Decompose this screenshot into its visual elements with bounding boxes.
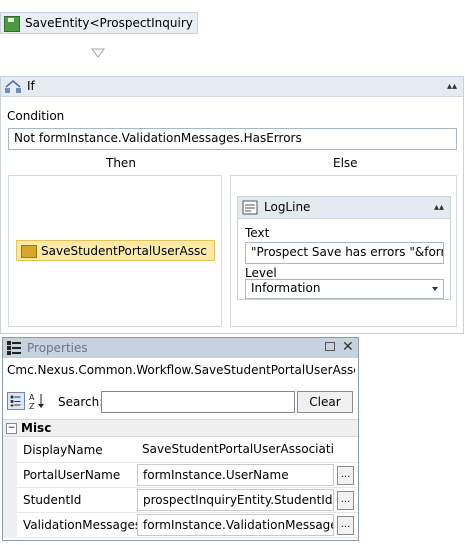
- svg-text:Z: Z: [29, 402, 35, 410]
- logline-icon: [242, 200, 258, 215]
- save-icon: [4, 16, 20, 32]
- property-value[interactable]: formInstance.ValidationMessages: [137, 514, 334, 536]
- logline-title: LogLine: [264, 200, 311, 214]
- then-branch[interactable]: SaveStudentPortalUserAssc: [8, 175, 222, 327]
- level-label: Level: [245, 266, 277, 280]
- property-value[interactable]: SaveStudentPortalUserAssociation: [137, 439, 334, 461]
- property-name: StudentId: [23, 493, 82, 507]
- level-select[interactable]: Information: [245, 279, 444, 299]
- dropdown-arrow-icon: [432, 287, 438, 291]
- property-row-displayname[interactable]: DisplayName SaveStudentPortalUserAssocia…: [3, 438, 358, 463]
- clear-button[interactable]: Clear: [297, 391, 353, 413]
- activity-icon: [21, 245, 37, 258]
- condition-field[interactable]: Not formInstance.ValidationMessages.HasE…: [8, 128, 457, 150]
- save-student-portal-user-activity[interactable]: SaveStudentPortalUserAssc: [16, 240, 215, 261]
- alphabetical-icon[interactable]: A Z: [28, 392, 46, 410]
- ellipsis-button[interactable]: ...: [337, 516, 354, 535]
- collapse-icon[interactable]: ▴▴: [432, 202, 446, 214]
- properties-title: Properties: [27, 341, 88, 355]
- row-gutter: [3, 488, 17, 513]
- then-label: Then: [106, 156, 136, 170]
- text-field[interactable]: "Prospect Save has errors "&formIn: [245, 242, 444, 264]
- property-name: ValidationMessages: [23, 518, 142, 532]
- property-row-validationmessages[interactable]: ValidationMessages formInstance.Validati…: [3, 513, 358, 538]
- logline-activity[interactable]: LogLine ▴▴ Text "Prospect Save has error…: [237, 196, 451, 300]
- selected-type-name: Cmc.Nexus.Common.Workflow.SaveStudentPor…: [7, 363, 355, 377]
- property-value[interactable]: formInstance.UserName: [137, 464, 334, 486]
- properties-icon: [7, 341, 21, 355]
- if-activity[interactable]: If ▴▴ Condition Not formInstance.Validat…: [0, 76, 464, 334]
- row-gutter: [3, 463, 17, 488]
- else-label: Else: [333, 156, 358, 170]
- condition-label: Condition: [7, 109, 65, 123]
- if-icon: [5, 80, 21, 93]
- text-label: Text: [245, 226, 270, 240]
- level-value: Information: [251, 281, 321, 295]
- collapse-icon[interactable]: ▴▴: [445, 81, 459, 93]
- properties-window[interactable]: Properties ✕ Cmc.Nexus.Common.Workflow.S…: [2, 337, 359, 541]
- save-entity-activity[interactable]: SaveEntity<ProspectInquiry: [0, 12, 198, 34]
- ellipsis-button[interactable]: ...: [337, 466, 354, 485]
- if-title: If: [27, 79, 35, 93]
- svg-text:A: A: [29, 393, 35, 402]
- category-misc[interactable]: − Misc: [3, 419, 358, 437]
- close-icon[interactable]: ✕: [342, 339, 354, 355]
- row-gutter: [3, 513, 17, 538]
- search-input[interactable]: [101, 391, 295, 413]
- if-header[interactable]: If ▴▴: [1, 77, 463, 97]
- property-value[interactable]: prospectInquiryEntity.StudentId: [137, 489, 334, 511]
- save-entity-label: SaveEntity<ProspectInquiry: [25, 16, 193, 30]
- search-label: Search:: [58, 395, 104, 409]
- save-student-portal-user-label: SaveStudentPortalUserAssc: [41, 244, 207, 258]
- property-row-portalusername[interactable]: PortalUserName formInstance.UserName ...: [3, 463, 358, 488]
- ellipsis-button[interactable]: ...: [337, 491, 354, 510]
- categorized-icon[interactable]: [7, 392, 25, 410]
- row-gutter: [3, 438, 17, 463]
- logline-header[interactable]: LogLine ▴▴: [238, 197, 450, 219]
- property-row-studentid[interactable]: StudentId prospectInquiryEntity.StudentI…: [3, 488, 358, 513]
- property-name: DisplayName: [23, 443, 103, 457]
- else-branch[interactable]: LogLine ▴▴ Text "Prospect Save has error…: [230, 175, 457, 327]
- arrow-down-icon: [91, 48, 105, 58]
- properties-toolbar: A Z Search: Clear: [3, 389, 358, 415]
- category-label: Misc: [21, 421, 52, 435]
- pin-icon[interactable]: [325, 342, 335, 351]
- properties-titlebar[interactable]: Properties ✕: [3, 338, 358, 358]
- collapse-category-icon[interactable]: −: [6, 423, 17, 434]
- property-name: PortalUserName: [23, 468, 121, 482]
- row-divider: [17, 537, 358, 538]
